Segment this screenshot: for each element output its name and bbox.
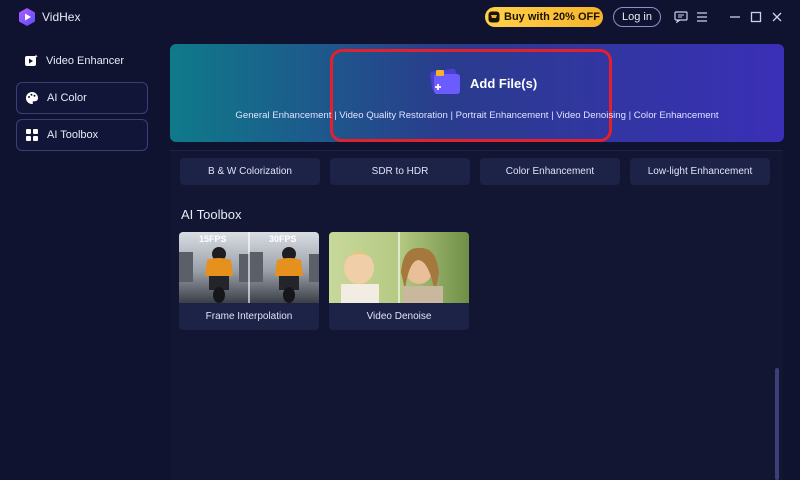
fps-badge-right: 30FPS: [269, 234, 297, 244]
video-enhancer-icon: [25, 54, 38, 66]
menu-icon[interactable]: [694, 9, 710, 25]
sidebar-item-label: AI Color: [47, 92, 87, 104]
ai-toolbox-heading: AI Toolbox: [181, 207, 242, 222]
sidebar-item-label: Video Enhancer: [46, 55, 125, 67]
palette-icon: [26, 92, 39, 104]
buy-discount-label: Buy with 20% OFF: [504, 11, 600, 23]
add-files-highlight-frame: [330, 49, 612, 142]
supported-features-text: General Enhancement | Video Quality Rest…: [235, 110, 719, 121]
fps-badge-left: 15FPS: [199, 234, 227, 244]
maximize-icon[interactable]: [748, 9, 764, 25]
title-bar: VidHex Buy with 20% OFF Log in: [0, 0, 800, 34]
app-logo-icon: [19, 8, 35, 26]
scrollbar-thumb[interactable]: [775, 368, 779, 480]
sidebar-item-ai-toolbox[interactable]: AI Toolbox: [16, 119, 148, 151]
app-name: VidHex: [42, 10, 81, 24]
add-files-label[interactable]: Add File(s): [470, 76, 537, 91]
feedback-icon[interactable]: [673, 9, 689, 25]
add-folder-icon[interactable]: [428, 66, 462, 96]
chip-color-enhancement[interactable]: Color Enhancement: [480, 158, 620, 185]
cart-icon: [488, 11, 500, 23]
scrollbar-track[interactable]: [784, 150, 800, 480]
card-video-denoise[interactable]: Video Denoise: [329, 232, 469, 330]
sidebar-item-video-enhancer[interactable]: Video Enhancer: [16, 45, 148, 77]
card-label: Frame Interpolation: [205, 311, 293, 322]
minimize-icon[interactable]: [727, 9, 743, 25]
chip-low-light-enhancement[interactable]: Low-light Enhancement: [630, 158, 770, 185]
buy-discount-button[interactable]: Buy with 20% OFF: [485, 7, 603, 27]
toolbox-icon: [26, 129, 38, 141]
chip-bw-colorization[interactable]: B & W Colorization: [180, 158, 320, 185]
sidebar-item-label: AI Toolbox: [47, 129, 99, 141]
video-denoise-thumbnail: [329, 232, 469, 303]
login-button[interactable]: Log in: [613, 7, 661, 27]
sidebar-item-ai-color[interactable]: AI Color: [16, 82, 148, 114]
card-label: Video Denoise: [366, 311, 432, 322]
close-icon[interactable]: [769, 9, 785, 25]
card-frame-interpolation[interactable]: 15FPS 30FPS Frame Interpolation: [179, 232, 319, 330]
chip-sdr-to-hdr[interactable]: SDR to HDR: [330, 158, 470, 185]
